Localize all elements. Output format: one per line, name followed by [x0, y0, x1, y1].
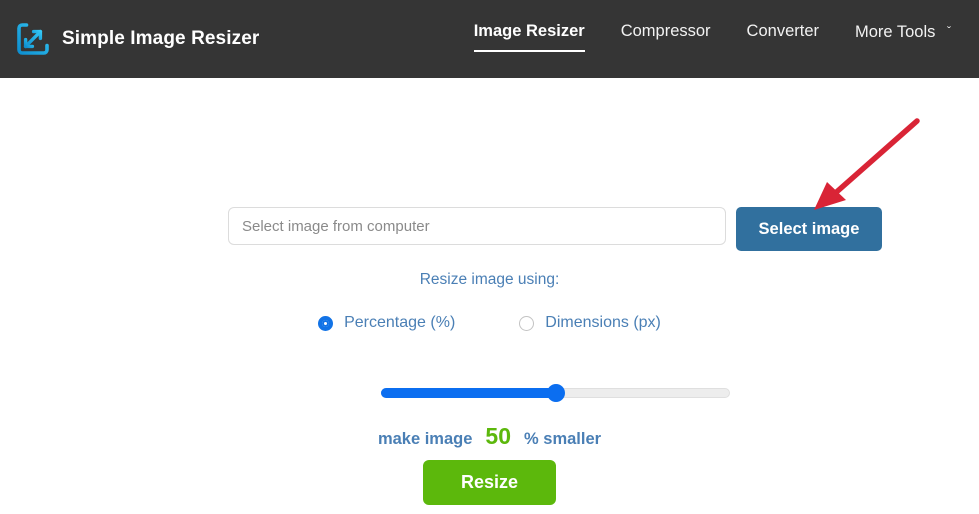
- chevron-down-icon: ˇ: [947, 24, 951, 38]
- select-image-button[interactable]: Select image: [736, 207, 882, 251]
- summary-percent-value: 50: [485, 423, 512, 449]
- site-header: Simple Image Resizer Image Resizer Compr…: [0, 0, 979, 78]
- nav-item-more-tools[interactable]: More Tools ˇ: [837, 18, 969, 45]
- submit-row: Resize: [0, 460, 979, 505]
- nav-item-converter-label: Converter: [746, 22, 819, 40]
- resize-mode-label: Resize image using:: [419, 271, 560, 288]
- resize-expand-icon: [16, 22, 50, 56]
- summary-suffix: % smaller: [524, 430, 602, 448]
- main-navigation: Image Resizer Compressor Converter More …: [456, 18, 969, 52]
- file-picker-row: Select image: [228, 207, 882, 251]
- radio-option-dimensions[interactable]: Dimensions (px): [519, 314, 661, 332]
- summary-prefix: make image: [377, 430, 473, 448]
- radio-option-dimensions-label: Dimensions (px): [545, 314, 661, 331]
- slider-thumb[interactable]: [546, 384, 565, 402]
- radio-dimensions-indicator[interactable]: [519, 315, 535, 331]
- nav-item-image-resizer-label: Image Resizer: [473, 22, 585, 40]
- radio-option-percentage[interactable]: Percentage (%): [318, 314, 455, 332]
- percentage-slider[interactable]: [381, 384, 730, 402]
- resize-summary: make image 50 % smaller: [0, 423, 979, 450]
- nav-item-compressor-label: Compressor: [620, 22, 711, 40]
- nav-item-compressor[interactable]: Compressor: [603, 18, 729, 44]
- nav-item-converter[interactable]: Converter: [729, 18, 837, 44]
- nav-item-more-tools-label: More Tools: [855, 23, 936, 41]
- brand-title: Simple Image Resizer: [62, 28, 260, 49]
- file-path-input[interactable]: [228, 207, 726, 245]
- resize-mode-radio-group: Percentage (%) Dimensions (px): [0, 314, 979, 332]
- nav-item-image-resizer[interactable]: Image Resizer: [456, 18, 603, 52]
- radio-option-percentage-label: Percentage (%): [344, 314, 456, 331]
- main-content: Select image Resize image using: Percent…: [0, 78, 979, 514]
- radio-percentage-indicator[interactable]: [318, 315, 334, 331]
- resize-button[interactable]: Resize: [423, 460, 556, 505]
- brand-logo[interactable]: Simple Image Resizer: [16, 22, 259, 56]
- slider-fill: [381, 388, 556, 398]
